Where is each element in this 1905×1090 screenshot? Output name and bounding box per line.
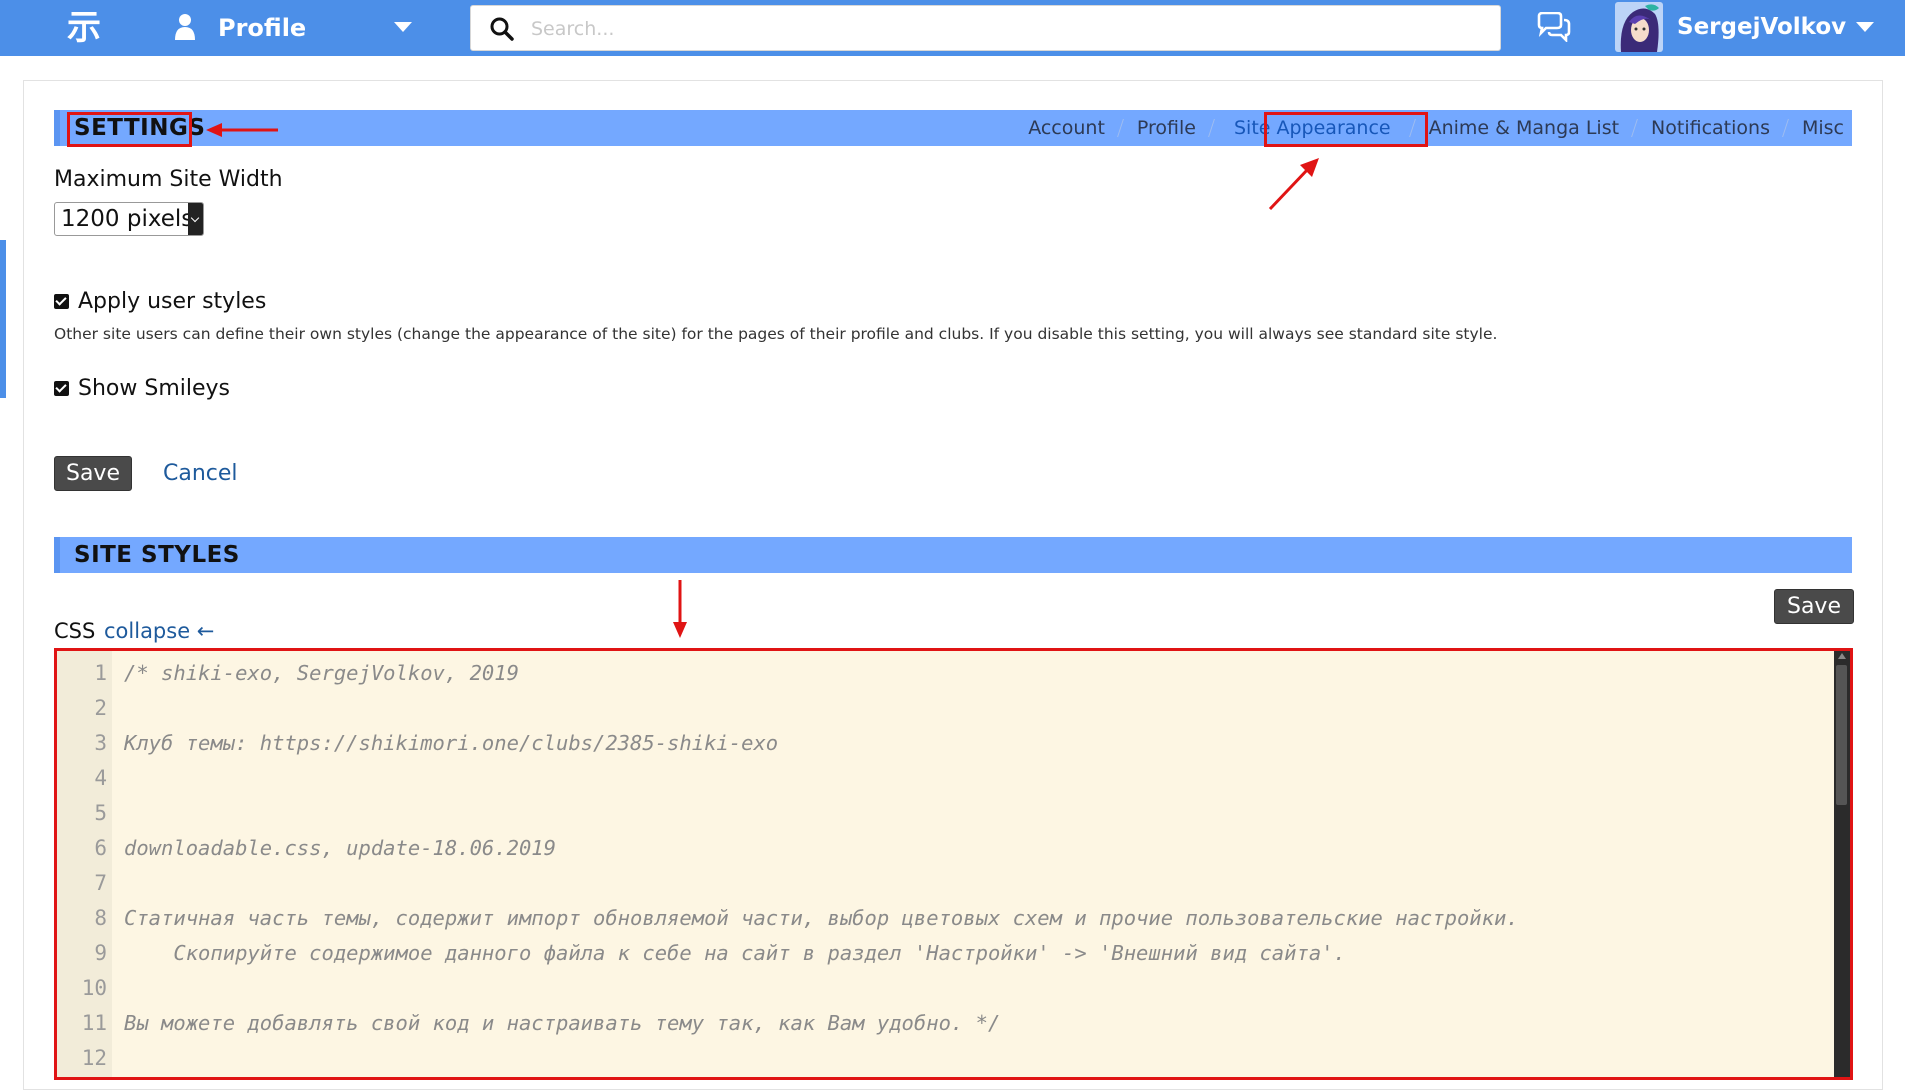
select-value: 1200 pixels <box>61 206 194 232</box>
top-navigation-bar: 示 Profile SergejVolkov <box>0 0 1905 56</box>
cancel-link[interactable]: Cancel <box>163 459 238 489</box>
line-number: 5 <box>94 801 107 825</box>
settings-header-bar: SETTINGS Account Profile Site Appearance… <box>54 110 1852 146</box>
editor-scrollbar[interactable] <box>1834 651 1850 1077</box>
chevron-down-icon[interactable] <box>1856 22 1874 32</box>
code-text: Скопируйте содержимое данного файла к се… <box>124 941 1346 965</box>
code-line: 4 <box>57 761 1817 796</box>
code-line: 1 /* shiki-exo, SergejVolkov, 2019 <box>57 656 1817 691</box>
save-button[interactable]: Save <box>54 456 132 491</box>
max-site-width-select[interactable]: 1200 pixels <box>54 202 204 236</box>
search-box <box>470 5 1501 51</box>
code-line: 11 Вы можете добавлять свой код и настра… <box>57 1006 1817 1041</box>
settings-tabs: Account Profile Site Appearance Anime & … <box>1028 114 1844 142</box>
code-line: 7 <box>57 866 1817 901</box>
tab-notifications[interactable]: Notifications <box>1651 114 1770 142</box>
line-number: 7 <box>94 871 107 895</box>
code-text: downloadable.css, update-18.06.2019 <box>124 836 556 860</box>
code-line: 10 <box>57 971 1817 1006</box>
tab-misc[interactable]: Misc <box>1802 114 1844 142</box>
show-smileys-label[interactable]: Show Smileys <box>78 374 230 404</box>
username-menu[interactable]: SergejVolkov <box>1677 11 1846 43</box>
search-icon[interactable] <box>489 16 515 42</box>
chat-bubbles-icon[interactable] <box>1536 12 1572 42</box>
css-label: CSS <box>54 619 96 643</box>
site-logo[interactable]: 示 <box>62 6 106 50</box>
line-number: 10 <box>81 976 107 1000</box>
user-icon[interactable] <box>174 13 196 41</box>
nav-profile-link[interactable]: Profile <box>218 12 306 44</box>
code-line: 2 <box>57 691 1817 726</box>
annotation-arrow-down-icon <box>673 580 687 638</box>
line-number: 11 <box>81 1011 107 1035</box>
code-text: Вы можете добавлять свой код и настраива… <box>124 1011 1001 1035</box>
code-text: /* shiki-exo, SergejVolkov, 2019 <box>124 661 519 685</box>
tab-anime-manga-list[interactable]: Anime & Manga List <box>1429 114 1619 142</box>
annotation-box-site-appearance <box>1264 112 1428 147</box>
line-number: 2 <box>94 696 107 720</box>
chevron-down-icon <box>188 203 203 235</box>
site-styles-title: SITE STYLES <box>74 542 240 568</box>
save-styles-button[interactable]: Save <box>1774 589 1854 624</box>
avatar[interactable] <box>1615 2 1663 52</box>
tab-separator <box>1206 117 1218 139</box>
search-input[interactable] <box>529 12 1473 46</box>
line-number: 6 <box>94 836 107 860</box>
site-styles-header-bar: SITE STYLES <box>54 537 1852 573</box>
max-site-width-label: Maximum Site Width <box>54 167 283 192</box>
tab-account[interactable]: Account <box>1028 114 1105 142</box>
side-accent-strip <box>0 240 6 398</box>
line-number: 12 <box>81 1046 107 1070</box>
css-code-editor[interactable]: 1 /* shiki-exo, SergejVolkov, 2019 2 3 К… <box>54 648 1853 1080</box>
tab-separator <box>1115 117 1127 139</box>
scroll-up-arrow-icon[interactable] <box>1838 653 1846 659</box>
chevron-down-icon[interactable] <box>394 22 412 32</box>
annotation-arrow-left-icon <box>206 123 278 137</box>
show-smileys-checkbox[interactable] <box>54 381 69 396</box>
tab-separator <box>1780 117 1792 139</box>
code-line: 9 Скопируйте содержимое данного файла к … <box>57 936 1817 971</box>
code-line: 5 <box>57 796 1817 831</box>
line-number: 4 <box>94 766 107 790</box>
apply-user-styles-checkbox[interactable] <box>54 294 69 309</box>
line-number: 9 <box>94 941 107 965</box>
line-number: 1 <box>94 661 107 685</box>
line-number: 3 <box>94 731 107 755</box>
annotation-box-settings <box>67 112 192 147</box>
code-line: 12 <box>57 1041 1817 1076</box>
code-text: Статичная часть темы, содержит импорт об… <box>124 906 1519 930</box>
tab-separator <box>1629 117 1641 139</box>
code-line: 3 Клуб темы: https://shikimori.one/clubs… <box>57 726 1817 761</box>
scrollbar-thumb[interactable] <box>1836 665 1847 805</box>
code-line: 8 Статичная часть темы, содержит импорт … <box>57 901 1817 936</box>
code-line: 6 downloadable.css, update-18.06.2019 <box>57 831 1817 866</box>
tab-profile[interactable]: Profile <box>1137 114 1196 142</box>
apply-user-styles-label[interactable]: Apply user styles <box>78 287 266 317</box>
collapse-link[interactable]: collapse ← <box>104 616 214 646</box>
line-number: 8 <box>94 906 107 930</box>
annotation-arrow-up-right-icon <box>1268 158 1319 211</box>
code-text: Клуб темы: https://shikimori.one/clubs/2… <box>124 731 779 755</box>
apply-user-styles-hint: Other site users can define their own st… <box>54 325 1498 343</box>
